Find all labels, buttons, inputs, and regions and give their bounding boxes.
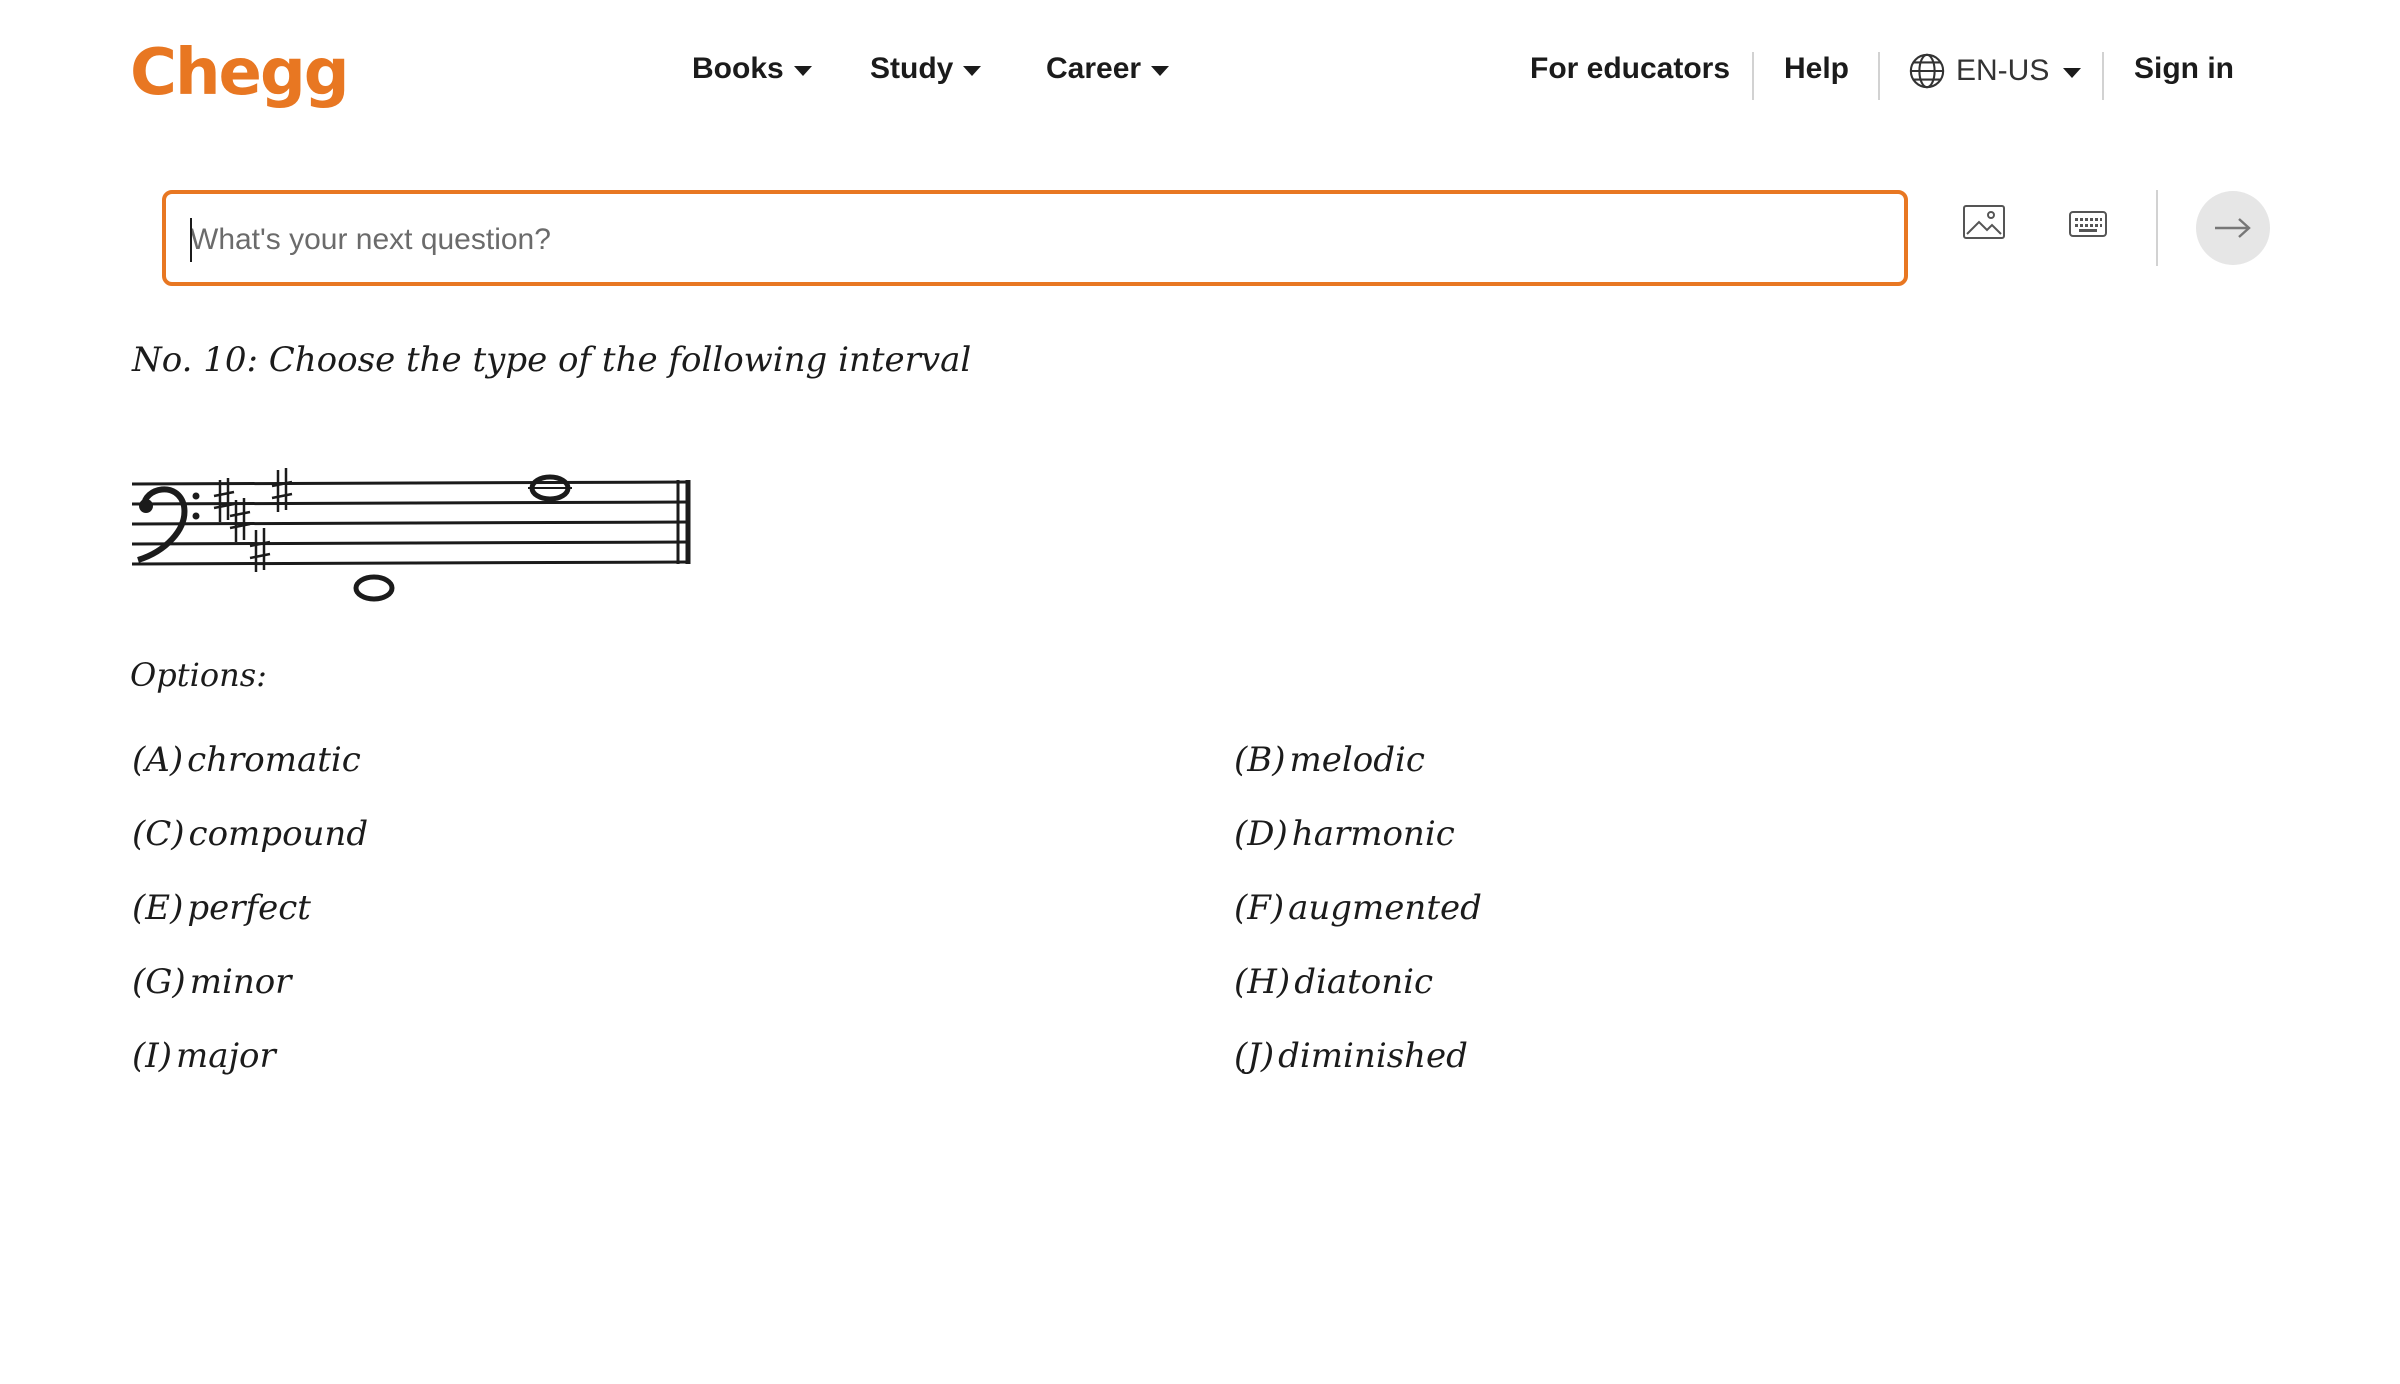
option-f[interactable]: (F) augmented [1234,888,1482,928]
option-d[interactable]: (D) harmonic [1234,814,1455,854]
bass-clef-staff-image [131,468,691,602]
option-text: diatonic [1294,962,1434,1002]
option-letter: (G) [132,962,186,1002]
option-letter: (D) [1234,814,1288,854]
option-text: perfect [187,888,311,928]
option-text: chromatic [187,740,361,780]
options-label: Options: [130,656,267,694]
option-letter: (J) [1234,1036,1275,1076]
option-text: compound [188,814,369,854]
submit-button[interactable] [2196,191,2270,265]
divider [2102,52,2104,100]
divider [1878,52,1880,100]
help-link[interactable]: Help [1784,52,1849,86]
option-e[interactable]: (E) perfect [132,888,311,928]
page: Chegg Books Study Career For educators H… [0,0,2400,1384]
language-selector[interactable]: EN-US [1908,52,2082,90]
option-i[interactable]: (I) major [132,1036,276,1076]
chegg-logo[interactable]: Chegg [130,36,350,110]
option-c[interactable]: (C) compound [132,814,368,854]
keyboard-icon[interactable] [2068,210,2108,238]
chevron-down-icon [1151,66,1170,76]
option-text: minor [189,962,292,1002]
option-text: harmonic [1291,814,1455,854]
option-letter: (H) [1234,962,1291,1002]
text-cursor [190,218,192,262]
nav-study-label: Study [870,52,954,85]
option-g[interactable]: (G) minor [132,962,291,1002]
divider [2156,190,2158,266]
option-h[interactable]: (H) diatonic [1234,962,1433,1002]
option-text: augmented [1288,888,1482,928]
option-letter: (E) [132,888,184,928]
option-j[interactable]: (J) diminished [1234,1036,1468,1076]
option-letter: (C) [132,814,185,854]
nav-books-label: Books [692,52,784,85]
arrow-right-icon [2215,218,2251,238]
chevron-down-icon [793,66,812,76]
question-title: No. 10: Choose the type of the following… [132,340,972,380]
nav-books[interactable]: Books [692,52,812,86]
nav-career[interactable]: Career [1046,52,1170,86]
option-letter: (I) [132,1036,172,1076]
option-letter: (F) [1234,888,1285,928]
chevron-down-icon [963,66,982,76]
option-b[interactable]: (B) melodic [1234,740,1425,780]
option-a[interactable]: (A) chromatic [132,740,361,780]
option-letter: (B) [1234,740,1286,780]
option-letter: (A) [132,740,184,780]
search-box[interactable] [162,190,1908,286]
language-label: EN-US [1956,54,2050,87]
nav-study[interactable]: Study [870,52,982,86]
option-text: melodic [1289,740,1425,780]
option-text: diminished [1278,1036,1468,1076]
globe-icon [1909,53,1945,89]
chevron-down-icon [2063,68,2082,78]
option-text: major [175,1036,276,1076]
sign-in-link[interactable]: Sign in [2134,52,2234,86]
image-icon[interactable] [1962,204,2006,240]
divider [1752,52,1754,100]
nav-career-label: Career [1046,52,1142,85]
for-educators-link[interactable]: For educators [1530,52,1730,86]
search-input[interactable] [188,212,1872,268]
